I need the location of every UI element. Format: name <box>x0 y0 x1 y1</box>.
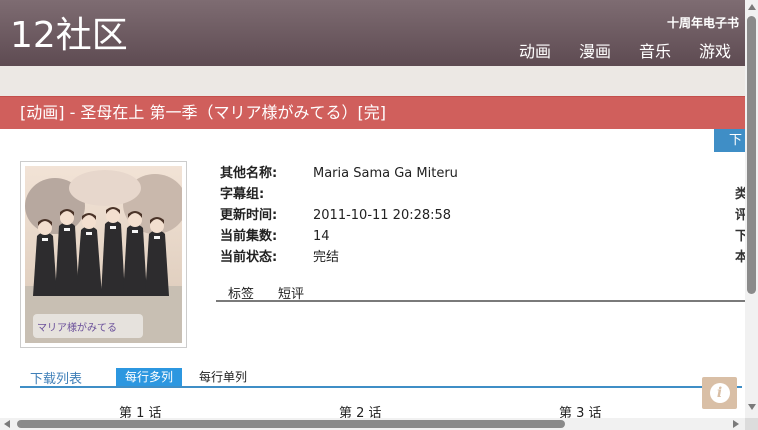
info-row-episodes: 当前集数: 14 <box>220 226 700 247</box>
page-title: [动画] - 圣母在上 第一季（マリア様がみてる）[完] <box>20 103 387 122</box>
scroll-right-arrow-icon[interactable] <box>733 420 739 428</box>
nav-music[interactable]: 音乐 <box>639 38 671 62</box>
horizontal-scroll-thumb[interactable] <box>17 420 565 428</box>
nav-manga[interactable]: 漫画 <box>579 38 611 62</box>
site-header: 12社区 十周年电子书 动画 漫画 音乐 游戏 <box>0 0 745 66</box>
vertical-scroll-thumb[interactable] <box>747 16 756 294</box>
title-bar: [动画] - 圣母在上 第一季（マリア様がみてる）[完] <box>0 96 745 129</box>
scroll-left-arrow-icon[interactable] <box>4 420 10 428</box>
info-value: 14 <box>313 229 330 244</box>
info-label: 字幕组: <box>220 187 265 202</box>
info-row-status: 当前状态: 完结 <box>220 247 700 268</box>
info-value: 完结 <box>313 250 340 265</box>
info-label: 更新时间: <box>220 208 278 223</box>
info-row-subgroup: 字幕组: <box>220 184 700 205</box>
mode-multi-column[interactable]: 每行多列 <box>116 368 183 386</box>
info-label: 当前状态: <box>220 250 278 265</box>
info-icon: i <box>709 383 730 403</box>
cover-illustration: マリア様がみてる <box>25 166 182 343</box>
tab-short-reviews[interactable]: 短评 <box>278 283 304 302</box>
sub-header-band <box>0 66 745 96</box>
site-logo[interactable]: 12社区 <box>10 14 128 58</box>
horizontal-scrollbar[interactable] <box>0 418 745 430</box>
download-button[interactable]: 下 <box>714 129 745 152</box>
promo-link[interactable]: 十周年电子书 <box>667 14 739 31</box>
cover-caption-logo: マリア様がみてる <box>37 321 117 334</box>
info-button[interactable]: i <box>702 377 737 409</box>
scrollbar-corner <box>745 418 758 430</box>
info-row-alt-name: 其他名称: Maria Sama Ga Miteru <box>220 163 700 184</box>
detail-tabs: 标签 短评 <box>216 281 745 302</box>
info-label: 当前集数: <box>220 229 278 244</box>
vertical-scrollbar[interactable] <box>745 0 758 418</box>
info-value: 2011-10-11 20:28:58 <box>313 208 452 223</box>
info-value: Maria Sama Ga Miteru <box>313 166 458 181</box>
scroll-up-arrow-icon[interactable] <box>748 4 756 10</box>
mode-single-column[interactable]: 每行单列 <box>199 368 247 386</box>
download-list-tabs: 下载列表 每行多列 每行单列 <box>20 367 742 388</box>
info-row-updated: 更新时间: 2011-10-11 20:28:58 <box>220 205 700 226</box>
info-label: 其他名称: <box>220 166 278 181</box>
cover-image: マリア様がみてる <box>20 161 187 348</box>
scroll-down-arrow-icon[interactable] <box>748 404 756 410</box>
tab-download-list[interactable]: 下载列表 <box>30 368 82 387</box>
info-block: 其他名称: Maria Sama Ga Miteru 字幕组: 更新时间: 20… <box>220 163 700 268</box>
tab-tags[interactable]: 标签 <box>228 283 254 302</box>
nav-anime[interactable]: 动画 <box>519 38 551 62</box>
nav-games[interactable]: 游戏 <box>699 38 731 62</box>
main-nav: 动画 漫画 音乐 游戏 <box>519 38 731 62</box>
